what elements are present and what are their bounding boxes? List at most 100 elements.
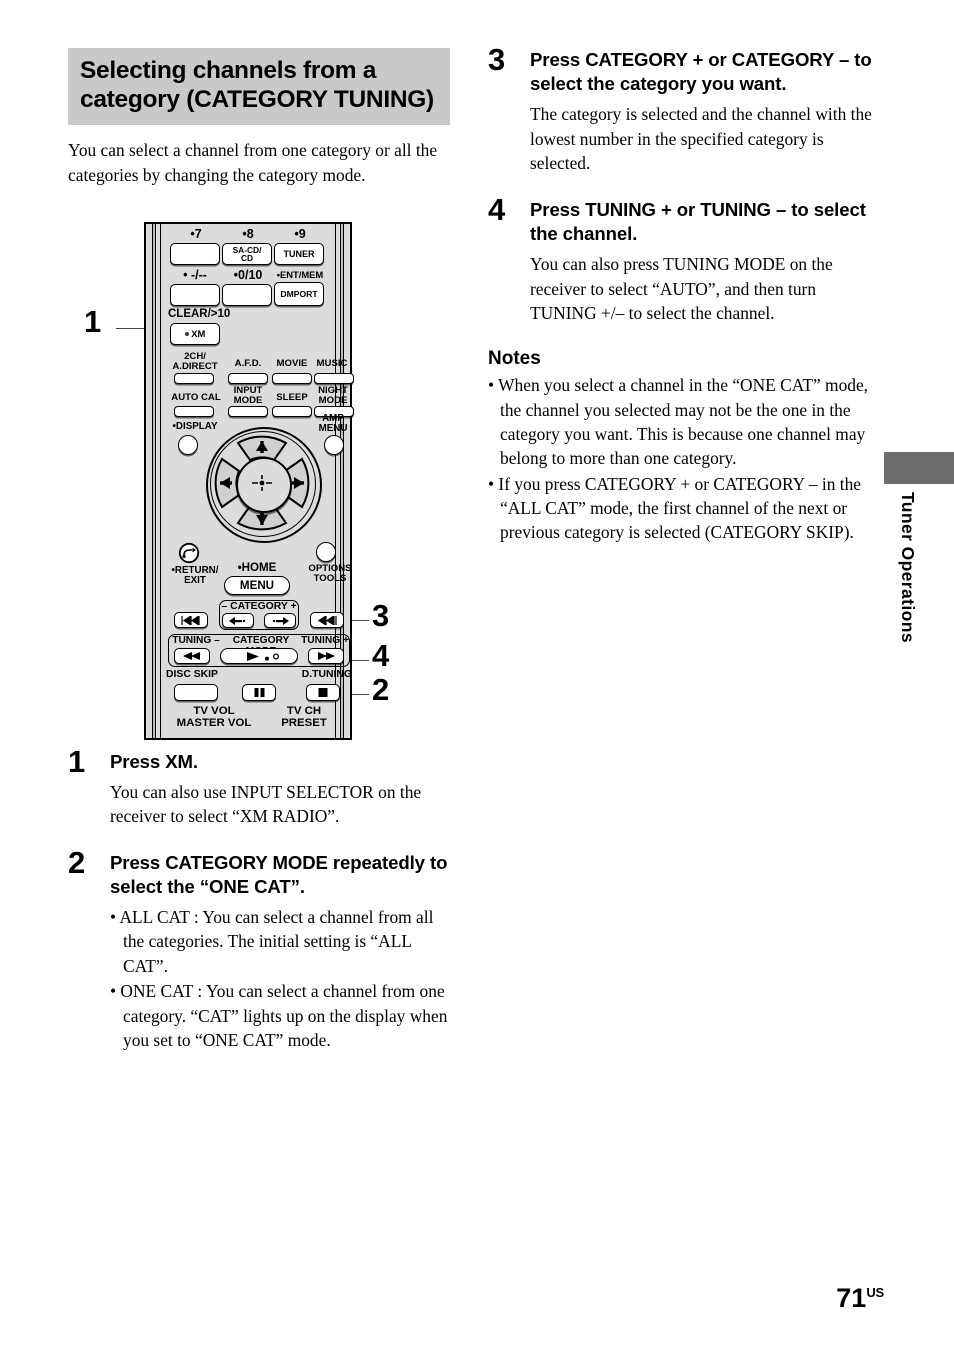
button-afd[interactable] bbox=[228, 373, 268, 384]
button-menu[interactable]: MENU bbox=[224, 576, 290, 595]
step-4-title: Press TUNING + or TUNING – to select the… bbox=[530, 199, 866, 245]
play-category-mode-icon bbox=[247, 651, 280, 661]
label-tuning-minus: TUNING – bbox=[172, 635, 220, 646]
stop-icon bbox=[318, 688, 328, 697]
button-stop[interactable] bbox=[306, 684, 340, 701]
callout-3: 3 bbox=[372, 598, 390, 633]
label-tv-vol-master-vol: TV VOL MASTER VOL bbox=[176, 705, 252, 729]
step-3-title: Press CATEGORY + or CATEGORY – to select… bbox=[530, 49, 872, 94]
button-0-10[interactable] bbox=[222, 284, 272, 306]
side-tab-bar bbox=[884, 452, 954, 484]
label-dash: • -/-- bbox=[183, 268, 207, 282]
label-d-tuning: D.TUNING bbox=[301, 669, 352, 680]
step-4-text: You can also press TUNING MODE on the re… bbox=[530, 254, 833, 324]
callout-2: 2 bbox=[372, 672, 390, 707]
label-input-mode: INPUT MODE bbox=[233, 385, 263, 406]
rewind-icon bbox=[183, 652, 200, 660]
notes-heading: Notes bbox=[488, 348, 541, 370]
button-category-mode[interactable] bbox=[220, 648, 298, 664]
remote-control-body: •7 •8 •9 SA-CD/ CD TUNER • -/-- •0/10 •E… bbox=[144, 222, 354, 740]
label-8: •8 bbox=[242, 227, 254, 241]
button-category-plus[interactable] bbox=[264, 613, 296, 628]
button-2ch-adirect[interactable] bbox=[174, 373, 214, 384]
remote-control-figure: 1 3 4 2 •7 •8 •9 SA-CD/ CD TUNER • -/-- bbox=[68, 222, 450, 752]
manual-page: Selecting channels from a category (CATE… bbox=[0, 0, 954, 1352]
button-options-tools[interactable] bbox=[316, 542, 336, 562]
button-auto-cal[interactable] bbox=[174, 406, 214, 417]
bullet-all-cat: • ALL CAT : You can select a channel fro… bbox=[110, 907, 434, 976]
button-xm-label: XM bbox=[191, 328, 206, 340]
button-disc-skip[interactable] bbox=[174, 684, 218, 701]
button-tuning-minus[interactable] bbox=[174, 648, 210, 664]
step-4: 4 Press TUNING + or TUNING – to select t… bbox=[488, 192, 878, 326]
label-return-exit: •RETURN/ EXIT bbox=[171, 565, 219, 587]
fast-forward-icon bbox=[318, 652, 335, 660]
label-auto-cal: AUTO CAL bbox=[171, 392, 221, 403]
page-number: 71US bbox=[836, 1283, 884, 1314]
step-2: 2 Press CATEGORY MODE repeatedly to sele… bbox=[68, 845, 450, 1053]
button-display[interactable] bbox=[178, 435, 198, 455]
return-icon[interactable] bbox=[178, 542, 200, 564]
step-2-number: 2 bbox=[68, 845, 86, 881]
step-1: 1 Press XM. You can also use INPUT SELEC… bbox=[68, 745, 450, 829]
button-dmport[interactable]: DMPORT bbox=[274, 282, 324, 306]
step-3: 3 Press CATEGORY + or CATEGORY – to sele… bbox=[488, 42, 878, 176]
step-3-number: 3 bbox=[488, 42, 506, 77]
note-item-1: • When you select a channel in the “ONE … bbox=[488, 375, 869, 469]
label-sleep: SLEEP bbox=[276, 392, 308, 403]
button-sleep[interactable] bbox=[272, 406, 312, 417]
category-minus-icon bbox=[229, 616, 246, 625]
button-category-minus[interactable] bbox=[222, 613, 254, 628]
button-input-mode[interactable] bbox=[228, 406, 268, 417]
pause-icon bbox=[254, 688, 264, 697]
label-9: •9 bbox=[294, 227, 306, 241]
button-prev-track[interactable] bbox=[174, 612, 208, 628]
button-tuner[interactable]: TUNER bbox=[274, 243, 324, 265]
label-night-mode: NIGHT MODE bbox=[318, 385, 348, 406]
label-tv-ch-preset: TV CH PRESET bbox=[281, 705, 327, 729]
step-2-bullets: • ALL CAT : You can select a channel fro… bbox=[110, 905, 450, 1052]
page-number-suffix: US bbox=[866, 1285, 884, 1300]
label-0-10: •0/10 bbox=[233, 268, 263, 282]
step-3-text: The category is selected and the channel… bbox=[530, 103, 872, 174]
label-disc-skip: DISC SKIP bbox=[166, 669, 218, 680]
button-xm[interactable]: XM bbox=[170, 323, 220, 345]
button-dash[interactable] bbox=[170, 284, 220, 306]
label-movie: MOVIE bbox=[276, 358, 308, 369]
step-1-text: You can also use INPUT SELECTOR on the r… bbox=[110, 781, 422, 827]
label-tuning-plus: TUNING + bbox=[301, 635, 349, 646]
button-sa-cd-cd[interactable]: SA-CD/ CD bbox=[222, 243, 272, 265]
remote-face: •7 •8 •9 SA-CD/ CD TUNER • -/-- •0/10 •E… bbox=[166, 224, 354, 738]
label-clear: CLEAR/>10 bbox=[168, 308, 231, 320]
button-movie[interactable] bbox=[272, 373, 312, 384]
section-heading: Selecting channels from a category (CATE… bbox=[68, 48, 450, 126]
section-intro: You can select a channel from one catego… bbox=[68, 140, 438, 186]
button-next-track[interactable] bbox=[310, 612, 344, 628]
label-2ch-adirect: 2CH/ A.DIRECT bbox=[172, 351, 218, 372]
button-amp-menu[interactable] bbox=[324, 435, 344, 455]
callout-1: 1 bbox=[84, 304, 102, 339]
label-afd: A.F.D. bbox=[234, 358, 262, 369]
label-home: •HOME bbox=[237, 561, 277, 574]
category-plus-icon bbox=[272, 616, 289, 625]
note-item-2: • If you press CATEGORY + or CATEGORY – … bbox=[488, 473, 862, 543]
button-7[interactable] bbox=[170, 243, 220, 265]
label-category: – CATEGORY + bbox=[221, 601, 297, 612]
right-column: 3 Press CATEGORY + or CATEGORY – to sele… bbox=[488, 42, 878, 546]
step-1-title: Press XM. bbox=[110, 750, 198, 772]
label-7: •7 bbox=[190, 227, 202, 241]
label-music: MUSIC bbox=[316, 358, 348, 369]
step-4-number: 4 bbox=[488, 192, 506, 228]
button-tuning-plus[interactable] bbox=[308, 648, 344, 664]
remote-left-rail bbox=[152, 224, 156, 738]
label-options-tools: OPTIONS TOOLS bbox=[308, 563, 352, 584]
button-music[interactable] bbox=[314, 373, 354, 384]
label-ent-mem: •ENT/MEM bbox=[276, 269, 324, 280]
side-tab-label: Tuner Operations bbox=[898, 492, 918, 643]
button-pause[interactable] bbox=[242, 684, 276, 701]
prev-track-icon bbox=[181, 615, 200, 625]
bullet-one-cat: • ONE CAT : You can select a channel fro… bbox=[110, 981, 448, 1050]
remote-left-rail-inner bbox=[160, 224, 161, 738]
callout-4: 4 bbox=[372, 638, 390, 673]
next-track-icon bbox=[317, 615, 337, 625]
